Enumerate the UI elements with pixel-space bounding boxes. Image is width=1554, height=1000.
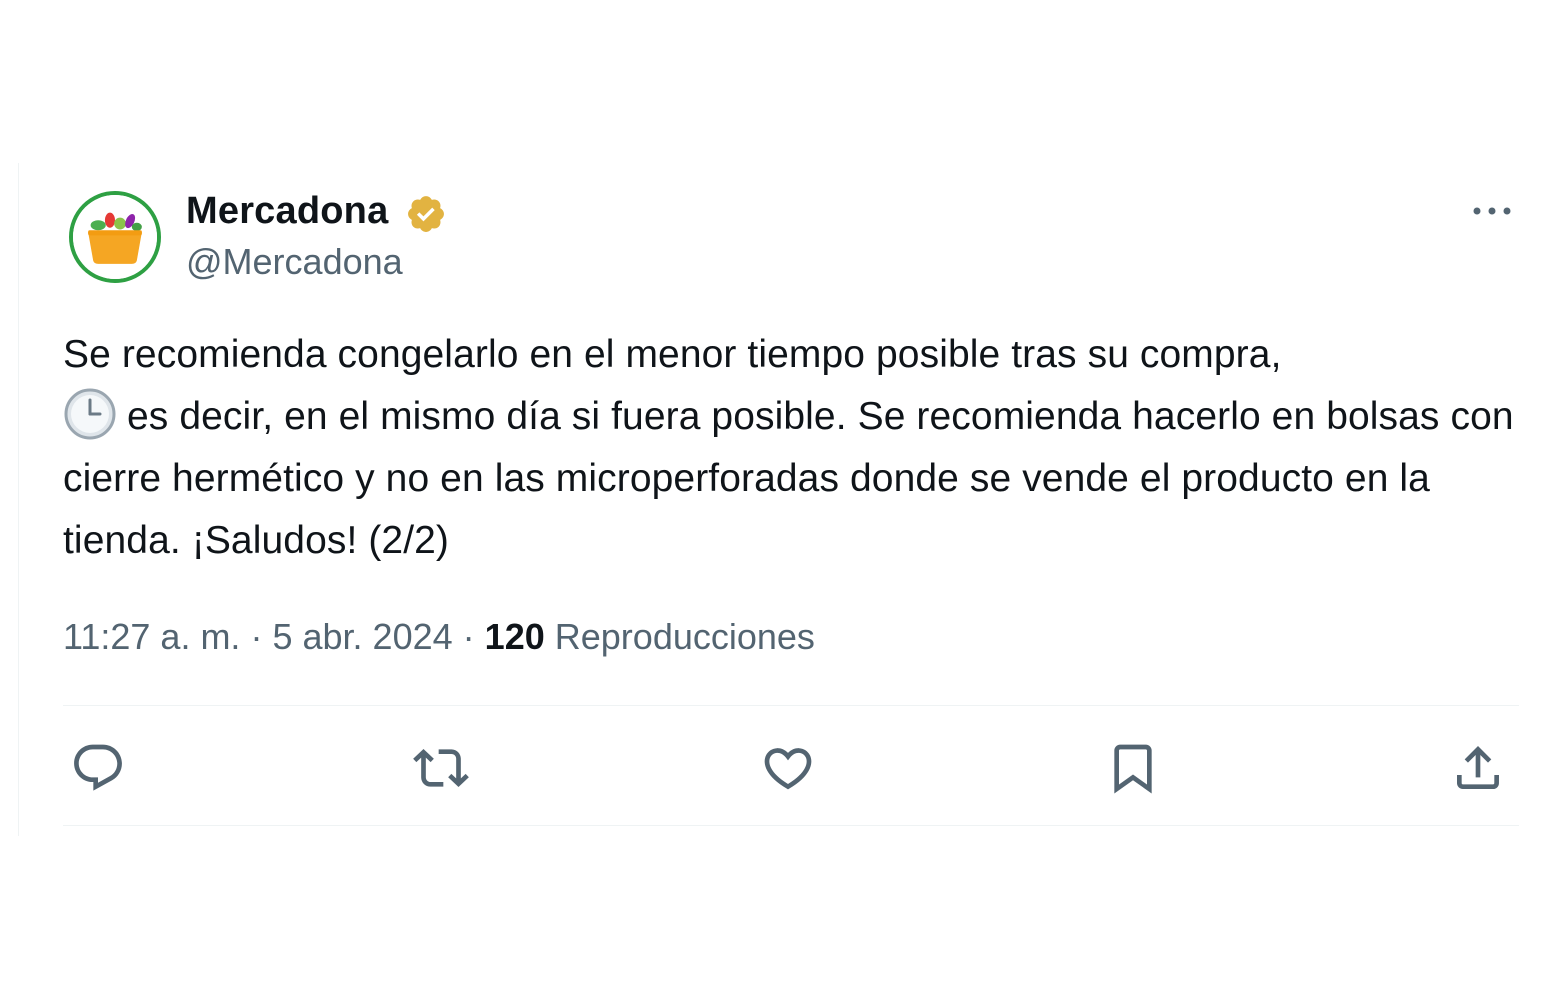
retweet-icon — [413, 749, 469, 787]
tweet-meta: 11:27 a. m. · 5 abr. 2024 · 120 Reproduc… — [63, 613, 815, 661]
mercadona-logo-icon — [73, 195, 157, 279]
author-name[interactable]: Mercadona — [186, 189, 388, 233]
meta-separator: · — [462, 616, 475, 657]
reply-icon — [74, 744, 122, 791]
retweet-button[interactable] — [406, 733, 476, 803]
divider — [63, 705, 1519, 706]
tweet-date[interactable]: 5 abr. 2024 — [272, 616, 452, 657]
divider — [63, 825, 1519, 826]
avatar[interactable] — [69, 191, 161, 283]
share-button[interactable] — [1443, 733, 1513, 803]
more-options-button[interactable] — [1469, 199, 1515, 223]
share-icon — [1457, 746, 1499, 789]
meta-separator: · — [250, 616, 263, 657]
verified-badge-icon — [408, 196, 444, 232]
views-label: Reproducciones — [554, 616, 815, 657]
reply-button[interactable] — [63, 733, 133, 803]
tweet-time[interactable]: 11:27 a. m. — [63, 616, 240, 657]
clock-icon — [64, 388, 116, 440]
tweet-text-part-2: es decir, en el mismo día si fuera posib… — [63, 395, 1514, 562]
views-count: 120 — [484, 616, 545, 657]
bookmark-icon — [1114, 744, 1152, 794]
action-bar — [63, 733, 1519, 803]
tweet-card[interactable]: Mercadona @Mercadona Se recomienda conge… — [18, 163, 1519, 836]
bookmark-button[interactable] — [1098, 733, 1168, 803]
author-handle[interactable]: @Mercadona — [186, 241, 403, 283]
tweet-text-part-1: Se recomienda congelarlo en el menor tie… — [63, 333, 1282, 376]
like-button[interactable] — [753, 733, 823, 803]
more-icon — [1473, 207, 1511, 215]
tweet-text: Se recomienda congelarlo en el menor tie… — [63, 324, 1519, 572]
like-icon — [764, 748, 812, 790]
